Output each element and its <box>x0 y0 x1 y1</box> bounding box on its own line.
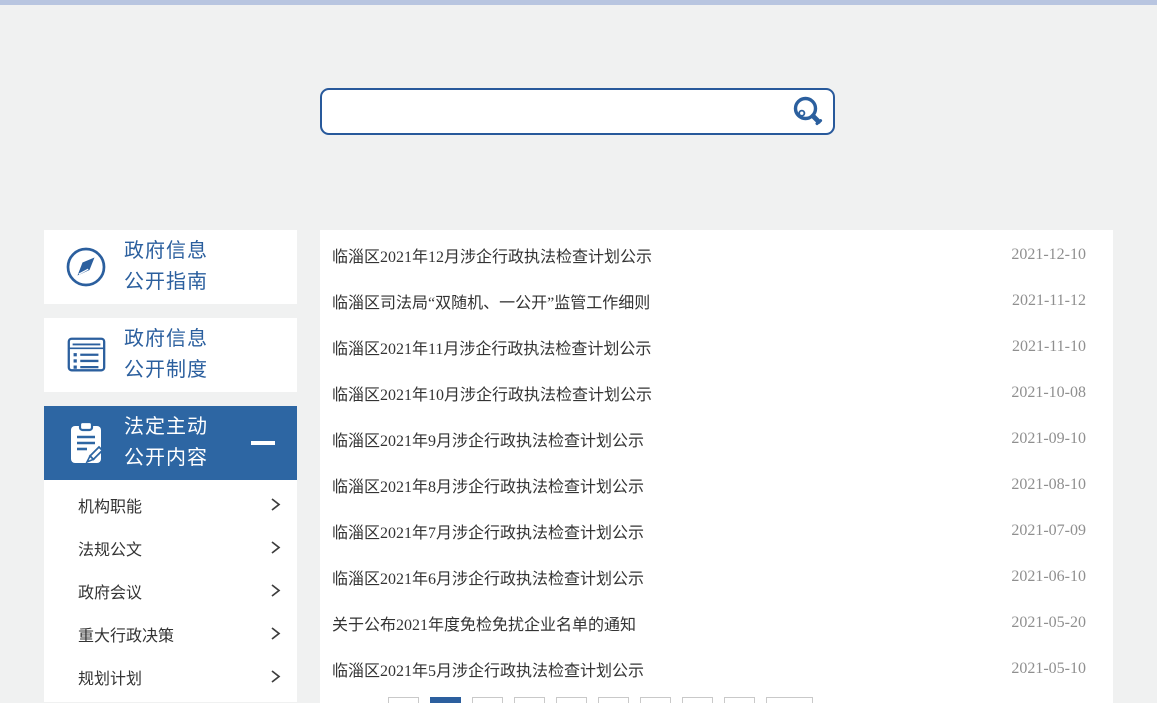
news-date: 2021-11-12 <box>1012 292 1086 310</box>
top-accent-strip <box>0 0 1157 5</box>
submenu-item[interactable]: 重大行政决策 <box>44 612 297 655</box>
news-date: 2021-07-09 <box>1011 522 1086 540</box>
chevron-right-icon <box>270 497 281 512</box>
news-title-link[interactable]: 临淄区2021年5月涉企行政执法检查计划公示 <box>332 657 644 681</box>
news-row: 临淄区2021年10月涉企行政执法检查计划公示 2021-10-08 <box>320 370 1113 416</box>
submenu-item-label: 政府会议 <box>78 579 142 603</box>
collapse-minus-icon[interactable] <box>251 441 275 445</box>
pagination-page-button[interactable] <box>766 697 813 703</box>
pagination-page-button[interactable] <box>388 697 419 703</box>
news-title-link[interactable]: 临淄区司法局“双随机、一公开”监管工作细则 <box>332 289 650 313</box>
news-row: 临淄区2021年7月涉企行政执法检查计划公示 2021-07-09 <box>320 508 1113 554</box>
news-row: 临淄区2021年11月涉企行政执法检查计划公示 2021-11-10 <box>320 324 1113 370</box>
news-date: 2021-05-20 <box>1011 614 1086 632</box>
submenu-item[interactable]: 法规公文 <box>44 526 297 569</box>
sidebar-submenu: 机构职能 法规公文 政府会议 重大行政决策 规划 <box>44 480 297 702</box>
pagination-page-button[interactable] <box>430 697 461 703</box>
pagination-page-button[interactable] <box>514 697 545 703</box>
sidebar-item-label: 法定主动 公开内容 <box>124 412 208 474</box>
news-title-link[interactable]: 临淄区2021年10月涉企行政执法检查计划公示 <box>332 381 652 405</box>
submenu-item[interactable]: 政府会议 <box>44 569 297 612</box>
sidebar-item-label: 政府信息 公开制度 <box>124 324 208 386</box>
submenu-item-label: 重大行政决策 <box>78 622 174 646</box>
compass-icon <box>64 245 108 289</box>
page: 政府信息 公开指南 政府信息 公开制度 <box>0 0 1157 703</box>
news-date: 2021-06-10 <box>1011 568 1086 586</box>
news-date: 2021-10-08 <box>1011 384 1086 402</box>
news-date: 2021-11-10 <box>1012 338 1086 356</box>
news-title-link[interactable]: 临淄区2021年6月涉企行政执法检查计划公示 <box>332 565 644 589</box>
pagination-page-button[interactable] <box>472 697 503 703</box>
submenu-item[interactable]: 机构职能 <box>44 483 297 526</box>
news-title-link[interactable]: 临淄区2021年7月涉企行政执法检查计划公示 <box>332 519 644 543</box>
sidebar-item-gov-info-system[interactable]: 政府信息 公开制度 <box>44 318 297 392</box>
news-date: 2021-08-10 <box>1011 476 1086 494</box>
news-list-panel: 临淄区2021年12月涉企行政执法检查计划公示 2021-12-10 临淄区司法… <box>320 230 1113 703</box>
chevron-right-icon <box>270 669 281 684</box>
news-row: 临淄区司法局“双随机、一公开”监管工作细则 2021-11-12 <box>320 278 1113 324</box>
news-title-link[interactable]: 临淄区2021年8月涉企行政执法检查计划公示 <box>332 473 644 497</box>
pagination-page-button[interactable] <box>682 697 713 703</box>
news-title-link[interactable]: 临淄区2021年12月涉企行政执法检查计划公示 <box>332 243 652 267</box>
news-date: 2021-05-10 <box>1011 660 1086 678</box>
submenu-item-label: 规划计划 <box>78 665 142 689</box>
search-icon <box>791 95 825 129</box>
news-title-link[interactable]: 临淄区2021年9月涉企行政执法检查计划公示 <box>332 427 644 451</box>
news-row: 关于公布2021年度免检免扰企业名单的通知 2021-05-20 <box>320 600 1113 646</box>
search-input[interactable] <box>322 90 783 133</box>
search-button[interactable] <box>783 90 833 133</box>
news-title-link[interactable]: 临淄区2021年11月涉企行政执法检查计划公示 <box>332 335 651 359</box>
submenu-item-label: 法规公文 <box>78 536 142 560</box>
news-row: 临淄区2021年6月涉企行政执法检查计划公示 2021-06-10 <box>320 554 1113 600</box>
news-date: 2021-12-10 <box>1011 246 1086 264</box>
news-date: 2021-09-10 <box>1011 430 1086 448</box>
search-bar <box>320 88 835 135</box>
pagination-page-button[interactable] <box>598 697 629 703</box>
submenu-item[interactable]: 规划计划 <box>44 655 297 698</box>
sidebar: 政府信息 公开指南 政府信息 公开制度 <box>44 230 297 702</box>
ledger-icon <box>64 334 108 376</box>
news-row: 临淄区2021年9月涉企行政执法检查计划公示 2021-09-10 <box>320 416 1113 462</box>
pagination-page-button[interactable] <box>724 697 755 703</box>
chevron-right-icon <box>270 626 281 641</box>
news-title-link[interactable]: 关于公布2021年度免检免扰企业名单的通知 <box>332 611 636 635</box>
news-row: 临淄区2021年12月涉企行政执法检查计划公示 2021-12-10 <box>320 232 1113 278</box>
pagination-page-button[interactable] <box>640 697 671 703</box>
submenu-item-label: 机构职能 <box>78 493 142 517</box>
pagination <box>388 697 824 703</box>
sidebar-item-label: 政府信息 公开指南 <box>124 236 208 298</box>
chevron-right-icon <box>270 583 281 598</box>
clipboard-pencil-icon <box>64 419 108 467</box>
sidebar-item-gov-info-guide[interactable]: 政府信息 公开指南 <box>44 230 297 304</box>
news-row: 临淄区2021年8月涉企行政执法检查计划公示 2021-08-10 <box>320 462 1113 508</box>
news-row: 临淄区2021年5月涉企行政执法检查计划公示 2021-05-10 <box>320 646 1113 692</box>
sidebar-item-statutory-disclosure[interactable]: 法定主动 公开内容 <box>44 406 297 480</box>
pagination-page-button[interactable] <box>556 697 587 703</box>
chevron-right-icon <box>270 540 281 555</box>
